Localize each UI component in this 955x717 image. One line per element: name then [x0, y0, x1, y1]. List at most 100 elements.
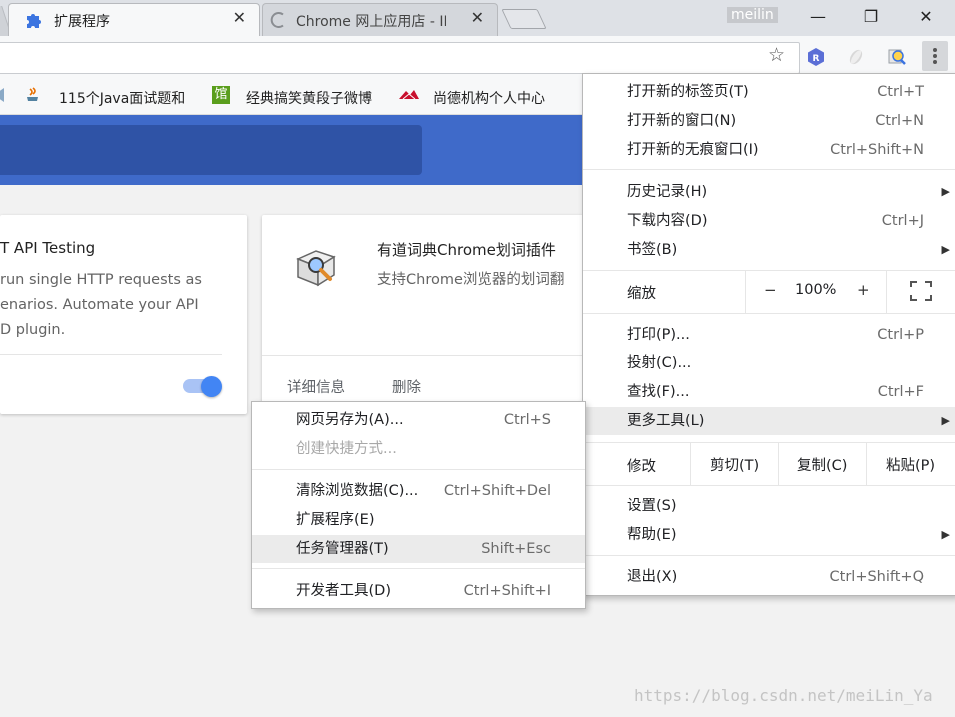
menu-item-downloads[interactable]: 下载内容(D) Ctrl+J	[583, 207, 955, 235]
menu-label: 查找(F)...	[627, 384, 690, 400]
title-bar: 扩展程序 ✕ Chrome 网上应用店 - IE ✕ meilin — ❐ ✕	[0, 0, 955, 36]
chrome-menu-button[interactable]	[922, 41, 948, 71]
copy-button[interactable]: 复制(C)	[797, 454, 847, 475]
minimize-icon[interactable]: —	[796, 4, 840, 30]
menu-separator	[583, 169, 955, 170]
menu-item-find[interactable]: 查找(F)... Ctrl+F	[583, 378, 955, 406]
bookmark-jokes[interactable]: 经典搞笑黄段子微博	[246, 88, 380, 108]
menu-item-developer-tools[interactable]: 开发者工具(D) Ctrl+Shift+I	[252, 577, 585, 605]
edit-row: 修改 剪切(T) 复制(C) 粘贴(P)	[583, 443, 955, 485]
dictionary-book-icon	[296, 250, 336, 287]
menu-item-clear-browsing-data[interactable]: 清除浏览数据(C)... Ctrl+Shift+Del	[252, 477, 585, 505]
menu-label: 历史记录(H)	[627, 184, 708, 200]
leaf-extension-icon[interactable]	[846, 47, 866, 67]
tab-title: Chrome 网上应用店 - IE	[296, 14, 446, 30]
menu-label: 下载内容(D)	[627, 213, 708, 229]
enable-toggle[interactable]	[201, 376, 222, 397]
menu-dot	[933, 54, 937, 58]
rest-extension-icon[interactable]: R	[806, 47, 826, 67]
zoom-level: 100%	[795, 282, 837, 298]
profile-name[interactable]: meilin	[727, 7, 778, 23]
menu-label: 开发者工具(D)	[296, 583, 391, 599]
menu-dot	[933, 60, 937, 64]
extension-card-rest: T API Testing run single HTTP requests a…	[0, 215, 247, 414]
menu-item-save-page[interactable]: 网页另存为(A)... Ctrl+S	[252, 406, 585, 434]
new-tab-button[interactable]	[501, 9, 547, 29]
bookmark-partial-icon[interactable]	[0, 86, 12, 104]
menu-label: 退出(X)	[627, 569, 678, 585]
menu-item-cast[interactable]: 投射(C)...	[583, 349, 955, 377]
java-icon	[27, 87, 38, 101]
menu-label: 设置(S)	[627, 498, 677, 514]
cut-button[interactable]: 剪切(T)	[710, 454, 759, 475]
menu-item-help[interactable]: 帮助(E) ▶	[583, 521, 955, 549]
menu-separator	[583, 485, 955, 486]
submenu-arrow-icon: ▶	[941, 414, 950, 427]
menu-item-new-window[interactable]: 打开新的窗口(N) Ctrl+N	[583, 107, 955, 135]
puzzle-piece-icon	[27, 14, 41, 28]
menu-item-print[interactable]: 打印(P)... Ctrl+P	[583, 321, 955, 349]
edit-divider	[778, 443, 779, 485]
zoom-row: 缩放 − 100% +	[583, 271, 955, 313]
zoom-label: 缩放	[627, 286, 656, 302]
card-divider	[262, 355, 602, 356]
menu-shortcut: Shift+Esc	[481, 541, 551, 557]
dictionary-extension-icon[interactable]	[887, 47, 907, 67]
menu-item-exit[interactable]: 退出(X) Ctrl+Shift+Q	[583, 563, 955, 591]
submenu-arrow-icon: ▶	[941, 185, 950, 198]
fullscreen-icon[interactable]	[910, 281, 932, 301]
menu-label: 打印(P)...	[627, 327, 690, 343]
zoom-divider	[886, 271, 887, 313]
menu-shortcut: Ctrl+Shift+Del	[443, 483, 551, 499]
menu-item-new-incognito[interactable]: 打开新的无痕窗口(I) Ctrl+Shift+N	[583, 136, 955, 164]
edit-divider	[866, 443, 867, 485]
menu-shortcut: Ctrl+P	[877, 327, 924, 343]
sunlands-icon	[399, 90, 419, 100]
card-divider	[0, 354, 222, 355]
bookmark-java-interview[interactable]: 115个Java面试题和	[59, 88, 197, 108]
menu-label: 打开新的标签页(T)	[627, 84, 749, 100]
zoom-out-button[interactable]: −	[764, 281, 777, 299]
edit-label: 修改	[627, 459, 656, 475]
menu-shortcut: Ctrl+F	[877, 384, 924, 400]
remove-link[interactable]: 删除	[392, 376, 421, 397]
details-link[interactable]: 详细信息	[287, 376, 345, 397]
extensions-search-bar[interactable]	[0, 125, 422, 175]
maximize-icon[interactable]: ❐	[849, 4, 893, 30]
zoom-in-button[interactable]: +	[857, 281, 870, 299]
bookmark-star-icon[interactable]: ☆	[768, 44, 785, 66]
menu-label: 更多工具(L)	[627, 413, 705, 429]
menu-item-history[interactable]: 历史记录(H) ▶	[583, 178, 955, 206]
extension-description: run single HTTP requests as enarios. Aut…	[0, 272, 202, 338]
menu-separator	[583, 313, 955, 314]
menu-label: 打开新的无痕窗口(I)	[627, 142, 759, 158]
tab-web-store[interactable]: Chrome 网上应用店 - IE ✕	[262, 3, 498, 36]
menu-shortcut: Ctrl+T	[877, 84, 924, 100]
menu-item-settings[interactable]: 设置(S)	[583, 492, 955, 520]
menu-label: 网页另存为(A)...	[296, 412, 404, 428]
menu-item-extensions[interactable]: 扩展程序(E)	[252, 506, 585, 534]
menu-item-more-tools[interactable]: 更多工具(L) ▶	[583, 407, 955, 435]
address-bar[interactable]	[0, 42, 800, 74]
menu-item-bookmarks[interactable]: 书签(B) ▶	[583, 236, 955, 264]
bookmark-sunlands[interactable]: 尚德机构个人中心	[433, 88, 545, 108]
close-tab-icon[interactable]: ✕	[471, 8, 484, 27]
menu-item-task-manager[interactable]: 任务管理器(T) Shift+Esc	[252, 535, 585, 563]
menu-label: 书签(B)	[627, 242, 678, 258]
menu-item-new-tab[interactable]: 打开新的标签页(T) Ctrl+T	[583, 78, 955, 106]
tab-extensions[interactable]: 扩展程序 ✕	[8, 3, 260, 36]
menu-shortcut: Ctrl+Shift+I	[463, 583, 551, 599]
paste-button[interactable]: 粘贴(P)	[886, 454, 935, 475]
close-tab-icon[interactable]: ✕	[233, 8, 246, 27]
loading-spinner-icon	[270, 12, 284, 28]
menu-separator	[252, 469, 585, 470]
window-close-icon[interactable]: ✕	[904, 4, 948, 30]
extension-name: T API Testing	[0, 239, 96, 257]
extension-card-youdao: 有道词典Chrome划词插件 支持Chrome浏览器的划词翻 详细信息 删除	[262, 215, 602, 414]
submenu-arrow-icon: ▶	[941, 528, 950, 541]
toolbar: ☆ R	[0, 36, 955, 78]
menu-shortcut: Ctrl+Shift+Q	[829, 569, 924, 585]
menu-item-create-shortcut: 创建快捷方式...	[252, 435, 585, 463]
guan-icon: 馆	[212, 86, 230, 104]
menu-separator	[252, 568, 585, 569]
